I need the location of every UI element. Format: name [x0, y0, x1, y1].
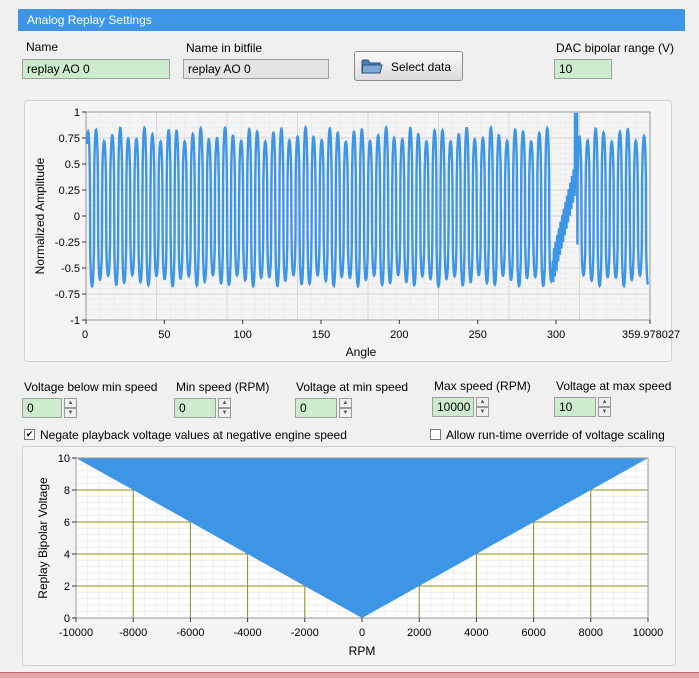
scaling-x-tick-label: 0: [359, 627, 365, 639]
voltage-scaling-chart: 10 8 6 4 2 0 -10000 -8000 -6000 -4000 -2000 0 2000 4…: [36, 453, 664, 658]
scaling-x-tick-label: -4000: [234, 627, 262, 639]
scaling-x-tick-label: 10000: [633, 627, 664, 639]
scaling-y-tick-label: 4: [64, 549, 70, 561]
bottom-border: [0, 672, 699, 678]
scaling-y-tick-label: 0: [64, 613, 70, 625]
scaling-x-tick-label: 6000: [521, 627, 545, 639]
scaling-x-tick-label: 4000: [464, 627, 488, 639]
scaling-x-axis-label: RPM: [349, 644, 376, 658]
scaling-x-tick-label: 8000: [579, 627, 603, 639]
scaling-y-tick-label: 8: [64, 485, 70, 497]
scaling-x-tick-label: 2000: [407, 627, 431, 639]
scaling-x-tick-label: -6000: [176, 627, 204, 639]
scaling-y-tick-label: 10: [58, 453, 70, 465]
scaling-y-tick-label: 2: [64, 581, 70, 593]
scaling-x-tick-label: -8000: [119, 627, 147, 639]
scaling-x-tick-label: -10000: [59, 627, 93, 639]
scaling-y-axis-label: Replay Bipolar Voltage: [36, 477, 50, 599]
scaling-x-tick-label: -2000: [291, 627, 319, 639]
scaling-y-tick-label: 6: [64, 517, 70, 529]
